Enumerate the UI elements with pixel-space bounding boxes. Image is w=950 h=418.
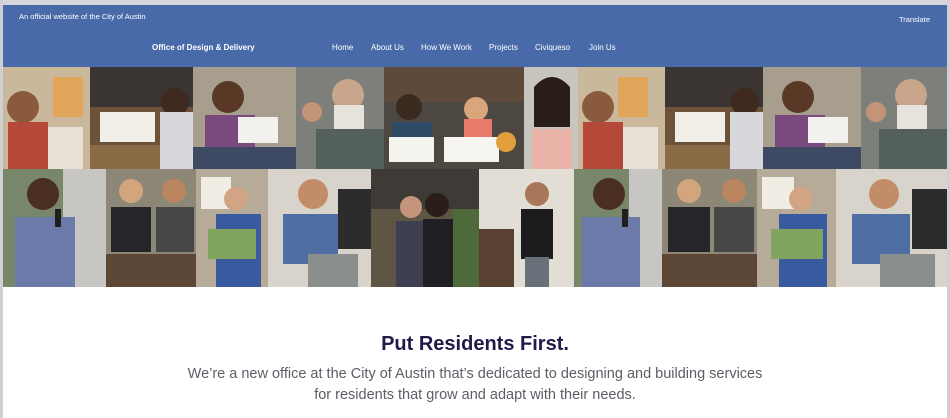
photo-man-with-microphone-2 [574, 169, 662, 287]
photo-office-worker [3, 67, 90, 169]
photo-two-women [371, 169, 479, 287]
nav-item-join-us[interactable]: Join Us [589, 43, 616, 52]
photo-man-laughing-2 [836, 169, 947, 287]
photo-office-worker-2 [578, 67, 665, 169]
nav-item-about-us[interactable]: About Us [371, 43, 404, 52]
photo-team-sitting-2 [662, 169, 757, 287]
official-site-notice: An official website of the City of Austi… [19, 12, 146, 21]
photo-woman-with-paper-2 [763, 67, 861, 169]
nav-item-home[interactable]: Home [332, 43, 353, 52]
photo-sketching-2 [665, 67, 763, 169]
hero-description-line-1: We’re a new office at the City of Austin… [187, 366, 763, 382]
hero-section: Put Residents First. We’re a new office … [3, 287, 947, 418]
hero-description-line-2: for residents that grow and adapt with t… [314, 387, 636, 403]
photo-drawing-at-table [384, 67, 524, 169]
photo-bearded-man-2 [861, 67, 947, 169]
photo-woman-with-chart [196, 169, 268, 287]
team-photo-mosaic [3, 67, 947, 287]
site-header: An official website of the City of Austi… [3, 5, 947, 67]
photo-woman-with-paper [193, 67, 296, 169]
photo-woman-with-chart-2 [757, 169, 836, 287]
hero-description: We’re a new office at the City of Austin… [175, 364, 775, 406]
nav-item-civiqueso[interactable]: Civiqueso [535, 43, 570, 52]
hero-title: Put Residents First. [381, 333, 569, 355]
nav-item-how-we-work[interactable]: How We Work [421, 43, 472, 52]
nav-item-projects[interactable]: Projects [489, 43, 518, 52]
photo-bearded-man [296, 67, 384, 169]
translate-link[interactable]: Translate [899, 15, 930, 24]
photo-sketching [90, 67, 193, 169]
photo-team-sitting [106, 169, 196, 287]
photo-man-with-microphone [3, 169, 106, 287]
photo-man-laughing [268, 169, 371, 287]
photo-man-standing [479, 169, 574, 287]
main-nav: Home About Us How We Work Projects Civiq… [3, 43, 947, 55]
photo-smiling-woman [524, 67, 578, 169]
